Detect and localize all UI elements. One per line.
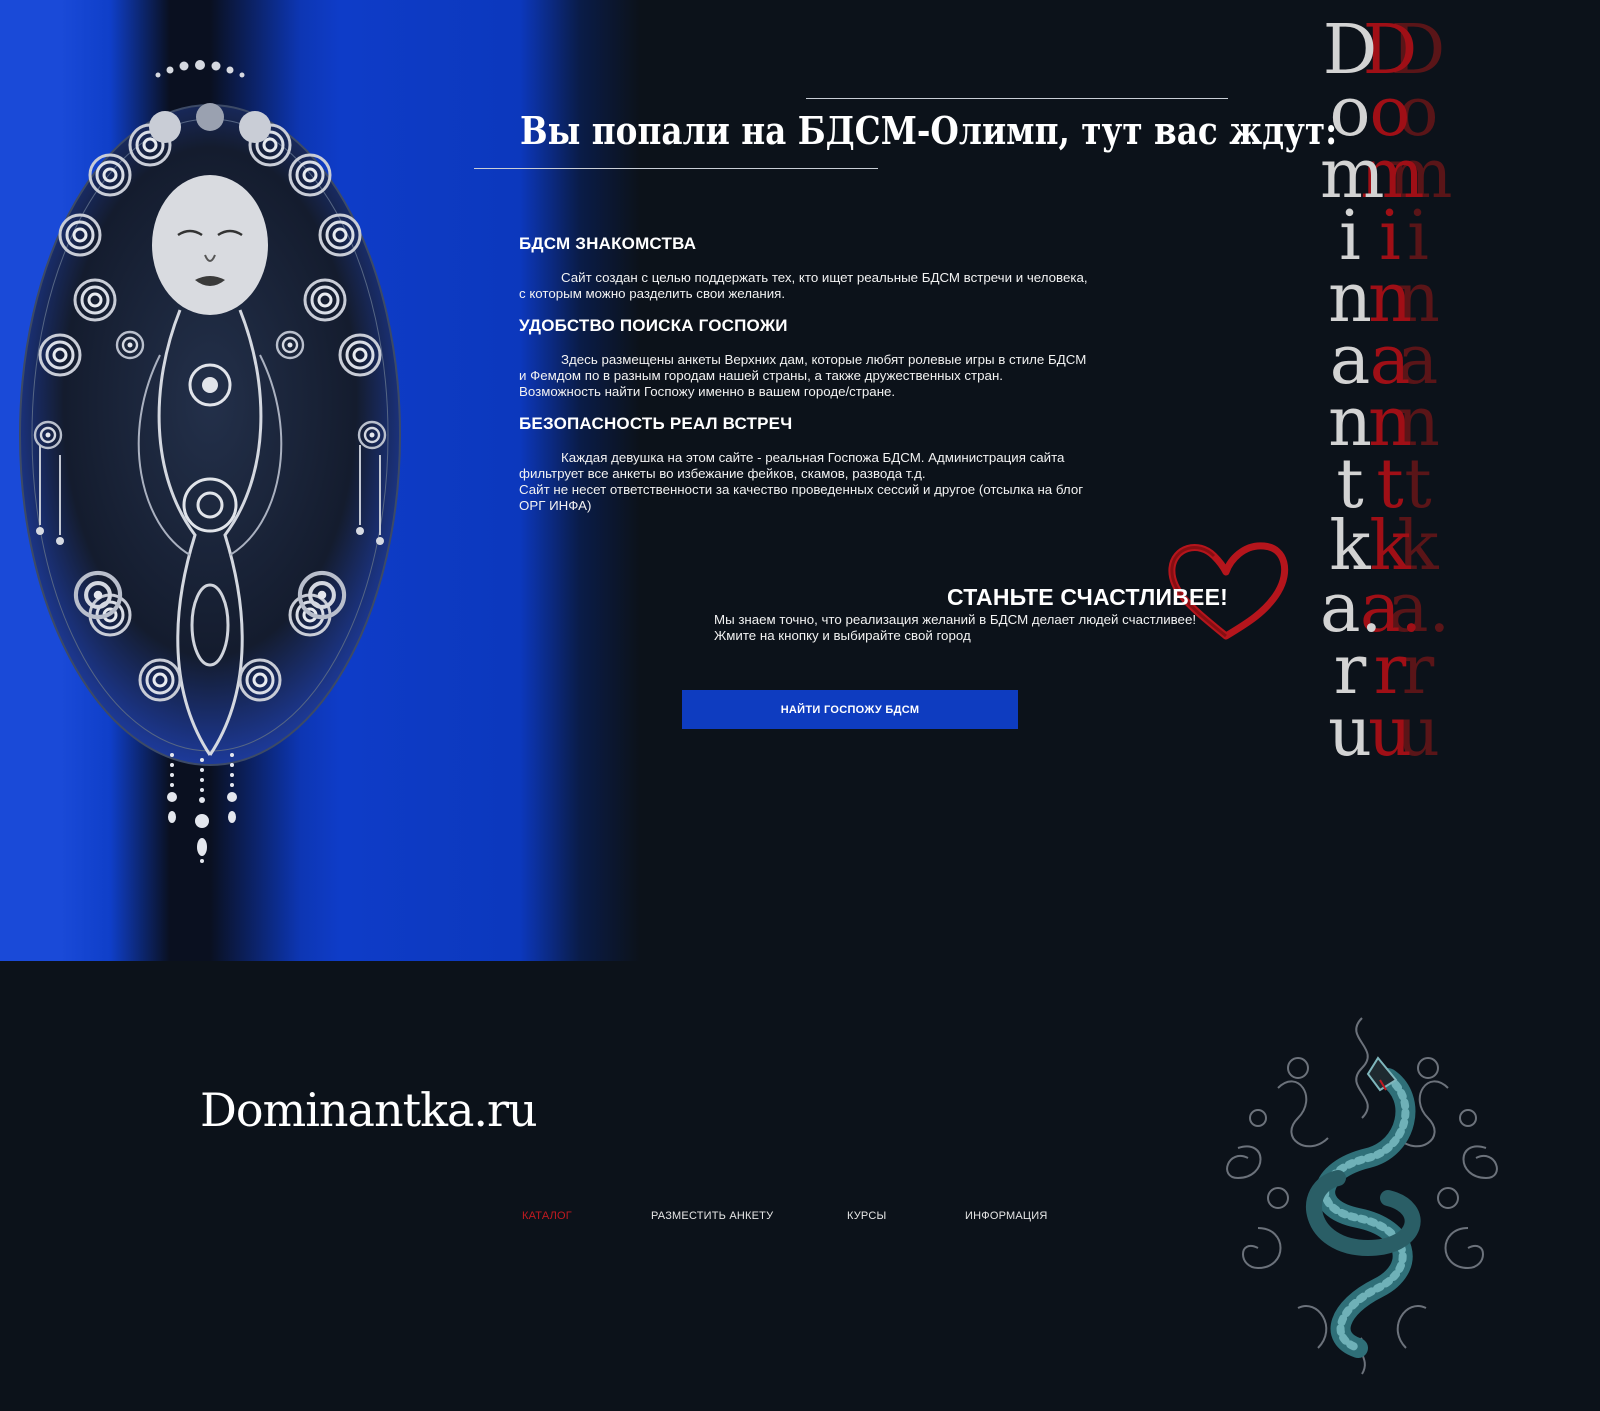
feature-dating: БДСМ ЗНАКОМСТВА Сайт создан с целью подд… bbox=[519, 234, 1139, 302]
feature-search: УДОБСТВО ПОИСКА ГОСПОЖИ Здесь размещены … bbox=[519, 316, 1139, 400]
wordmark-letter: u bbox=[1328, 693, 1372, 772]
find-mistress-button[interactable]: НАЙТИ ГОСПОЖУ БДСМ bbox=[682, 690, 1018, 729]
footer-nav: КАТАЛОГ РАЗМЕСТИТЬ АНКЕТУ КУРСЫ ИНФОРМАЦ… bbox=[0, 1210, 1200, 1230]
nav-item-catalog[interactable]: КАТАЛОГ bbox=[522, 1210, 572, 1222]
feature-text: Сайт создан с целью поддержать тех, кто … bbox=[519, 270, 1139, 302]
cta-title: СТАНЬТЕ СЧАСТЛИВЕЕ! bbox=[946, 584, 1228, 610]
feature-title: БЕЗОПАСНОСТЬ РЕАЛ ВСТРЕЧ bbox=[519, 414, 793, 433]
nav-item-information[interactable]: ИНФОРМАЦИЯ bbox=[965, 1210, 1047, 1222]
headline-rule-bottom bbox=[474, 168, 878, 169]
cta-text: Мы знаем точно, что реализация желаний в… bbox=[714, 612, 1197, 643]
nav-item-courses[interactable]: КУРСЫ bbox=[847, 1210, 886, 1222]
snake-illustration bbox=[1226, 1017, 1498, 1375]
feature-text: Каждая девушка на этом сайте - реальная … bbox=[519, 450, 1139, 514]
feature-title: БДСМ ЗНАКОМСТВА bbox=[519, 234, 697, 253]
ornamental-goddess-illustration bbox=[19, 60, 401, 863]
nav-item-post-profile[interactable]: РАЗМЕСТИТЬ АНКЕТУ bbox=[651, 1210, 773, 1222]
feature-title: УДОБСТВО ПОИСКА ГОСПОЖИ bbox=[519, 316, 788, 335]
page-title: Вы попали на БДСМ-Олимп, тут вас ждут: bbox=[520, 108, 1338, 153]
feature-text-body: Сайт создан с целью поддержать тех, кто … bbox=[519, 270, 1088, 301]
page: Вы попали на БДСМ-Олимп, тут вас ждут: Б… bbox=[0, 0, 1600, 1411]
feature-text-body: Здесь размещены анкеты Верхних дам, кото… bbox=[519, 352, 1087, 399]
footer-logo[interactable]: Dominantka.ru bbox=[200, 1083, 538, 1137]
vertical-wordmark: Do m i n a n t k a. r u Do m i n a n t k a. r u Do m i n a n t k a. r… bbox=[1320, 17, 1480, 800]
feature-text: Здесь размещены анкеты Верхних дам, кото… bbox=[519, 352, 1139, 400]
wordmark-main-column: Do m i n a n t k a. r u bbox=[1320, 17, 1384, 772]
headline-rule-top bbox=[806, 98, 1228, 99]
features-list: БДСМ ЗНАКОМСТВА Сайт создан с целью подд… bbox=[519, 234, 1139, 528]
feature-text-body: Каждая девушка на этом сайте - реальная … bbox=[519, 450, 1084, 513]
feature-safety: БЕЗОПАСНОСТЬ РЕАЛ ВСТРЕЧ Каждая девушка … bbox=[519, 414, 1139, 514]
